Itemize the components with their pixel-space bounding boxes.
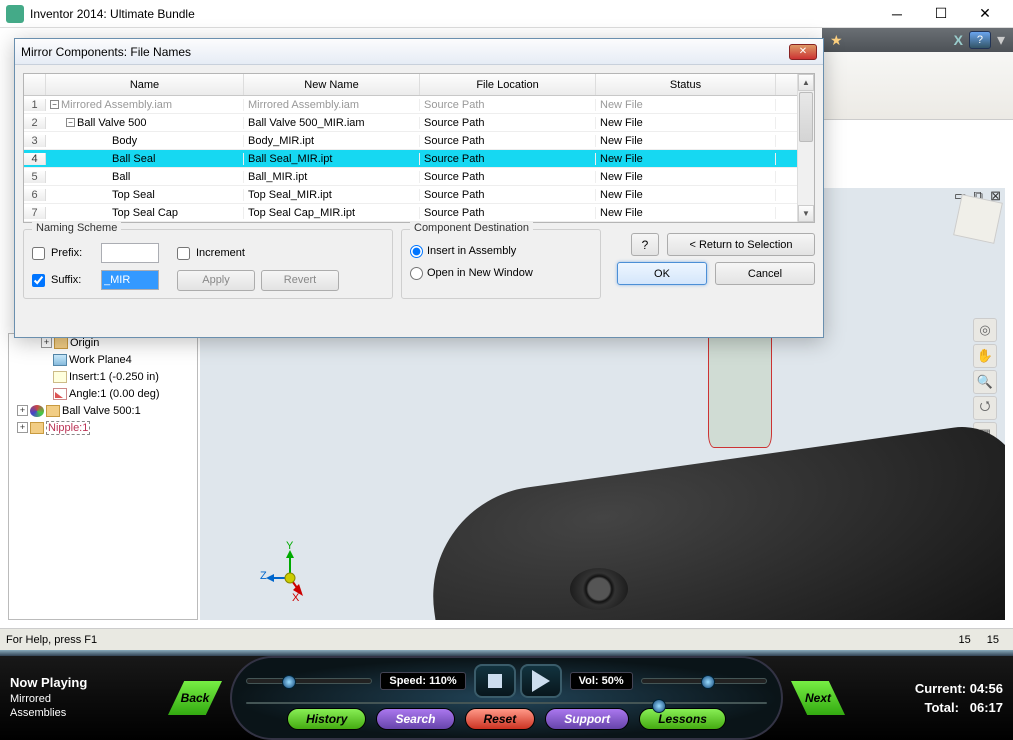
grid-row[interactable]: 6 Top Seal Top Seal_MIR.ipt Source Path … <box>24 186 797 204</box>
part-icon <box>46 405 60 417</box>
lessons-button[interactable]: Lessons <box>639 708 726 730</box>
suffix-label: Suffix: <box>51 274 95 286</box>
search-button[interactable]: Search <box>376 708 454 730</box>
plane-icon <box>53 354 67 366</box>
model-body <box>419 419 1005 620</box>
app-body: ★ X ? ▾ ▭ ⧉ ⊠ ◎ ✋ 🔍 ⭯ ▦ <box>0 28 1013 650</box>
nav-tools: ◎ ✋ 🔍 ⭯ ▦ <box>973 318 1001 446</box>
grid-row[interactable]: 2 −Ball Valve 500 Ball Valve 500_MIR.iam… <box>24 114 797 132</box>
minimize-button[interactable]: ─ <box>875 2 919 26</box>
expand-icon[interactable]: + <box>41 337 52 348</box>
speed-label: Speed: 110% <box>380 672 465 690</box>
scroll-down-button[interactable]: ▼ <box>798 205 814 222</box>
update-icon <box>30 405 44 417</box>
suffix-checkbox[interactable] <box>32 274 45 287</box>
window-title: Inventor 2014: Ultimate Bundle <box>30 7 875 21</box>
help-button[interactable]: ? <box>631 233 659 256</box>
exchange-icon[interactable]: X <box>954 32 963 48</box>
expand-icon[interactable]: + <box>17 422 28 433</box>
zoom-icon[interactable]: 🔍 <box>973 370 997 394</box>
next-button[interactable]: Next <box>791 681 845 715</box>
scroll-up-button[interactable]: ▲ <box>798 74 814 91</box>
folder-icon <box>54 337 68 349</box>
status-number-1: 15 <box>951 634 979 646</box>
grid-header: Name New Name File Location Status <box>24 74 797 96</box>
grid-row[interactable]: 1 −Mirrored Assembly.iam Mirrored Assemb… <box>24 96 797 114</box>
return-to-selection-button[interactable]: < Return to Selection <box>667 233 815 256</box>
grid-row[interactable]: 5 Ball Ball_MIR.ipt Source Path New File <box>24 168 797 186</box>
status-help-text: For Help, press F1 <box>6 634 97 646</box>
stop-button[interactable] <box>474 664 516 698</box>
now-playing: Now Playing Mirrored Assemblies <box>10 675 160 720</box>
component-destination-group: Component Destination Insert in Assembly… <box>401 229 601 299</box>
grid-row[interactable]: 7 Top Seal Cap Top Seal Cap_MIR.ipt Sour… <box>24 204 797 222</box>
play-button[interactable] <box>520 664 562 698</box>
naming-scheme-group: Naming Scheme Prefix: Increment Suffix: <box>23 229 393 299</box>
header-name[interactable]: Name <box>46 74 244 95</box>
quick-access-strip: ★ X ? ▾ <box>822 28 1013 52</box>
prefix-label: Prefix: <box>51 247 95 259</box>
prefix-checkbox[interactable] <box>32 247 45 260</box>
app-icon <box>6 5 24 23</box>
open-new-window-radio[interactable] <box>410 267 423 280</box>
time-display: Current: 04:56 Total: 06:17 <box>853 679 1003 718</box>
orbit-icon[interactable]: ⭯ <box>973 396 997 420</box>
speed-slider[interactable] <box>246 678 372 684</box>
viewcube[interactable] <box>953 194 1003 244</box>
part-icon <box>30 422 44 434</box>
volume-label: Vol: 50% <box>570 672 633 690</box>
cancel-button[interactable]: Cancel <box>715 262 815 285</box>
dialog-close-button[interactable]: ✕ <box>789 44 817 60</box>
apply-button[interactable]: Apply <box>177 270 255 291</box>
increment-label: Increment <box>196 247 245 259</box>
scroll-thumb[interactable] <box>799 92 813 142</box>
coordinate-triad: Y Z X <box>260 540 320 600</box>
model-browser-tree[interactable]: + Origin Work Plane4 Insert:1 (-0.250 in… <box>8 333 198 620</box>
favorite-icon[interactable]: ★ <box>830 32 843 49</box>
constraint-icon <box>53 371 67 383</box>
close-button[interactable]: ✕ <box>963 2 1007 26</box>
prefix-input[interactable] <box>101 243 159 263</box>
back-button[interactable]: Back <box>168 681 222 715</box>
ribbon-strip <box>822 52 1013 120</box>
tree-item-ball-valve[interactable]: + Ball Valve 500:1 <box>9 402 197 419</box>
model-pipe-opening <box>570 568 628 610</box>
help-button[interactable]: ? <box>969 31 991 49</box>
reset-button[interactable]: Reset <box>465 708 536 730</box>
tree-item-workplane[interactable]: Work Plane4 <box>9 351 197 368</box>
history-button[interactable]: History <box>287 708 366 730</box>
dialog-title-bar[interactable]: Mirror Components: File Names ✕ <box>15 39 823 65</box>
maximize-button[interactable]: ☐ <box>919 2 963 26</box>
tree-item-angle[interactable]: Angle:1 (0.00 deg) <box>9 385 197 402</box>
tree-item-nipple[interactable]: + Nipple:1 <box>9 419 197 436</box>
header-new-name[interactable]: New Name <box>244 74 420 95</box>
pan-icon[interactable]: ✋ <box>973 344 997 368</box>
ok-button[interactable]: OK <box>617 262 707 285</box>
window-title-bar: Inventor 2014: Ultimate Bundle ─ ☐ ✕ <box>0 0 1013 28</box>
status-bar: For Help, press F1 15 15 <box>0 628 1013 650</box>
volume-slider[interactable] <box>641 678 767 684</box>
mirror-components-dialog: Mirror Components: File Names ✕ Name New… <box>14 38 824 338</box>
grid-scrollbar[interactable]: ▲ ▼ <box>797 74 814 222</box>
suffix-input[interactable] <box>101 270 159 290</box>
increment-checkbox[interactable] <box>177 247 190 260</box>
insert-in-assembly-radio[interactable] <box>410 245 423 258</box>
grid-row[interactable]: 3 Body Body_MIR.ipt Source Path New File <box>24 132 797 150</box>
nav-wheel-icon[interactable]: ◎ <box>973 318 997 342</box>
progress-slider[interactable] <box>246 702 767 704</box>
tree-item-insert[interactable]: Insert:1 (-0.250 in) <box>9 368 197 385</box>
support-button[interactable]: Support <box>545 708 629 730</box>
revert-button[interactable]: Revert <box>261 270 339 291</box>
grid-row-selected[interactable]: 4 Ball Seal Ball Seal_MIR.ipt Source Pat… <box>24 150 797 168</box>
header-status[interactable]: Status <box>596 74 776 95</box>
player-center-pod: Speed: 110% Vol: 50% History Search Rese… <box>230 656 783 740</box>
components-grid[interactable]: Name New Name File Location Status 1 −Mi… <box>23 73 815 223</box>
header-file-location[interactable]: File Location <box>420 74 596 95</box>
status-number-2: 15 <box>979 634 1007 646</box>
expand-icon[interactable]: + <box>17 405 28 416</box>
dialog-title: Mirror Components: File Names <box>21 45 789 59</box>
tutorial-player-bar: Now Playing Mirrored Assemblies Back Spe… <box>0 650 1013 740</box>
angle-icon <box>53 388 67 400</box>
